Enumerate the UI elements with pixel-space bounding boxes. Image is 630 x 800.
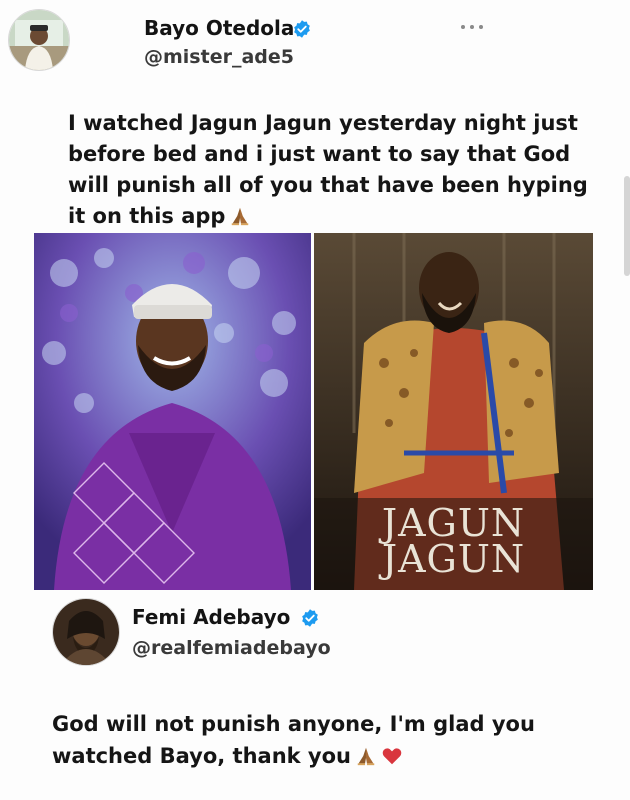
reply-text: God will not punish anyone, I'm glad you… — [52, 708, 592, 772]
pray-emoji-icon — [357, 747, 375, 766]
tweet-photo-left[interactable] — [34, 233, 311, 590]
screenshot-page: Bayo Otedola @mister_ade5 I watched Jagu… — [0, 0, 630, 800]
avatar-image — [9, 10, 69, 70]
poster-title-line-1: JAGUN — [381, 501, 526, 545]
verified-badge-icon — [302, 609, 318, 627]
author-handle[interactable]: @mister_ade5 — [144, 46, 294, 68]
scrollbar[interactable] — [624, 176, 630, 276]
original-tweet-header: Bayo Otedola @mister_ade5 — [8, 6, 566, 74]
tweet-text: I watched Jagun Jagun yesterday night ju… — [68, 108, 588, 232]
avatar[interactable] — [8, 9, 70, 71]
tweet-text-content: I watched Jagun Jagun yesterday night ju… — [68, 111, 588, 228]
reply-avatar[interactable] — [52, 598, 120, 666]
poster-title-line-2: JAGUN — [381, 537, 526, 581]
more-options-icon[interactable] — [458, 22, 486, 32]
verified-badge-icon — [294, 20, 310, 38]
reply-author-handle[interactable]: @realfemiadebayo — [132, 637, 331, 659]
reply-avatar-image — [53, 599, 119, 665]
author-name[interactable]: Bayo Otedola — [144, 16, 294, 40]
reply-text-content: God will not punish anyone, I'm glad you… — [52, 712, 535, 768]
heart-emoji-icon — [382, 748, 402, 765]
pray-emoji-icon — [232, 207, 249, 226]
tweet-photo-right[interactable]: JAGUN JAGUN — [314, 233, 593, 590]
person-photo — [34, 233, 311, 590]
reply-author-name[interactable]: Femi Adebayo — [132, 605, 290, 629]
